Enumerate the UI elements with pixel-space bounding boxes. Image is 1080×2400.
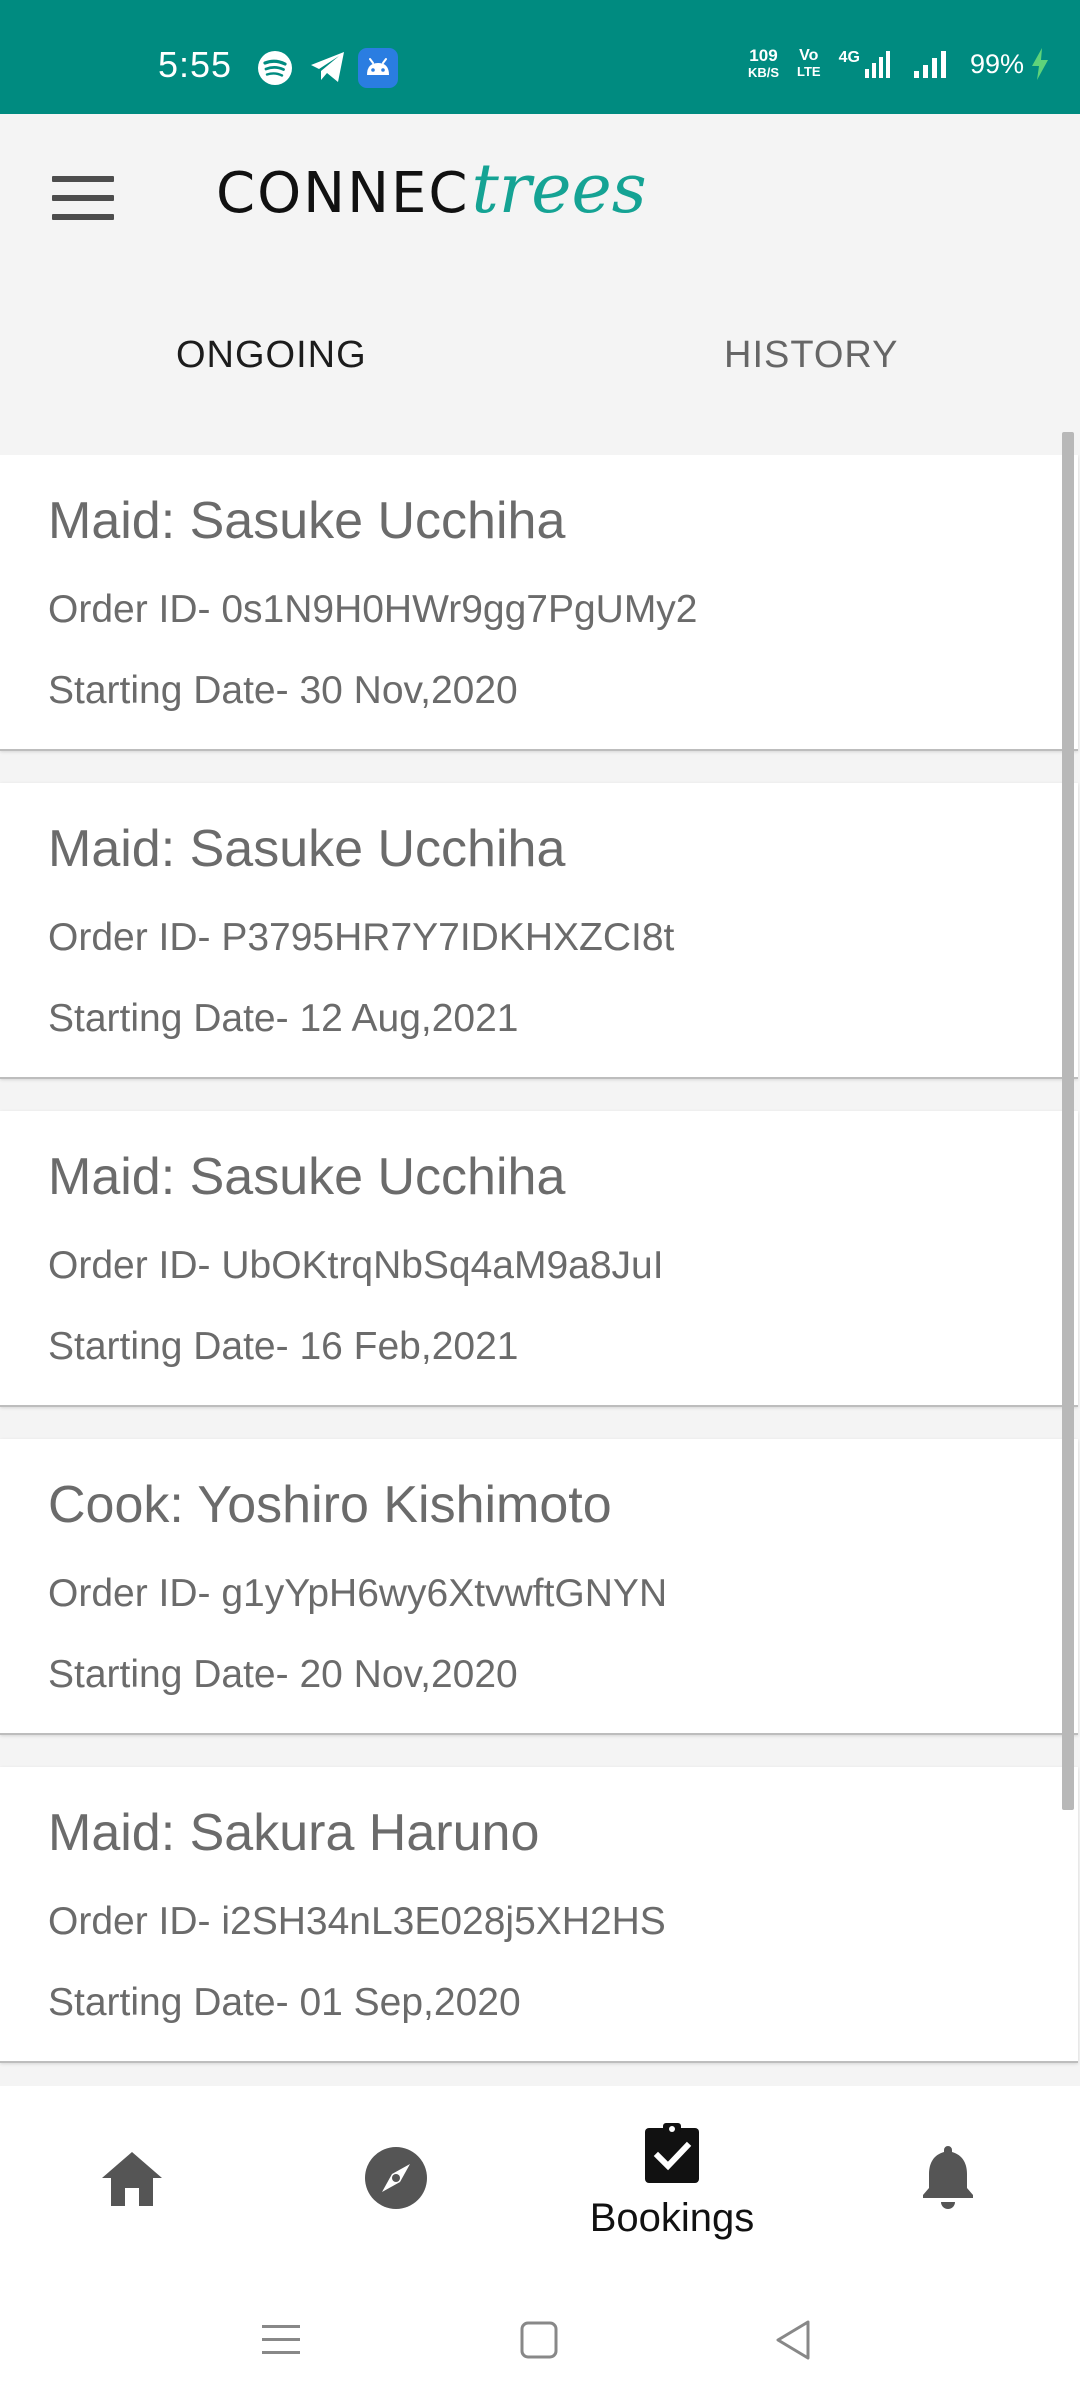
booking-order-id: Order ID- i2SH34nL3E028j5XH2HS <box>48 1900 666 1943</box>
nav-notifications[interactable] <box>848 2086 1048 2281</box>
menu-icon-line <box>52 214 114 220</box>
booking-title: Maid: Sasuke Ucchiha <box>48 492 566 550</box>
net-speed-value: 109 <box>749 46 778 65</box>
booking-card[interactable]: Maid: Sasuke Ucchiha Order ID- P3795HR7Y… <box>0 783 1078 1079</box>
booking-tabs: ONGOING HISTORY <box>0 284 1080 454</box>
logo-text-trees: trees <box>471 150 647 229</box>
android-icon <box>358 48 398 88</box>
spotify-icon <box>258 51 292 85</box>
booking-order-id: Order ID- P3795HR7Y7IDKHXZCI8t <box>48 916 675 959</box>
compass-icon <box>365 2147 427 2209</box>
battery-percent: 99% <box>969 48 1024 79</box>
status-time: 5:55 <box>158 44 233 85</box>
booking-title: Maid: Sakura Haruno <box>48 1804 540 1862</box>
status-bar: 5:55 109 KB/S Vo LTE 4G 99% <box>0 0 1080 114</box>
booking-start-date: Starting Date- 30 Nov,2020 <box>48 669 518 712</box>
logo-text-connec: CONNEC <box>216 161 470 226</box>
back-icon[interactable] <box>774 2319 812 2361</box>
bell-icon <box>923 2146 973 2209</box>
booking-start-date: Starting Date- 12 Aug,2021 <box>48 997 519 1040</box>
booking-title: Maid: Sasuke Ucchiha <box>48 1148 566 1206</box>
nav-explore[interactable] <box>296 2086 496 2281</box>
bookings-list[interactable]: Maid: Sasuke Ucchiha Order ID- 0s1N9H0HW… <box>0 455 1080 2085</box>
nav-bookings[interactable]: Bookings <box>572 2086 772 2281</box>
booking-order-id: Order ID- g1yYpH6wy6XtvwftGNYN <box>48 1572 668 1615</box>
volte-top: Vo <box>799 47 819 64</box>
home-square-icon[interactable] <box>520 2321 558 2359</box>
net-speed-indicator: 109 KB/S <box>748 47 779 81</box>
booking-card[interactable]: Maid: Sasuke Ucchiha Order ID- UbOKtrqNb… <box>0 1111 1078 1407</box>
menu-icon-line <box>52 195 114 201</box>
home-icon <box>102 2152 162 2206</box>
signal-4g: 4G <box>839 49 894 79</box>
battery-charging-icon <box>1032 48 1048 80</box>
system-nav-bar <box>0 2281 1080 2400</box>
booking-start-date: Starting Date- 20 Nov,2020 <box>48 1653 518 1696</box>
bottom-nav: Bookings <box>0 2086 1080 2281</box>
booking-card[interactable]: Maid: Sakura Haruno Order ID- i2SH34nL3E… <box>0 1767 1078 2063</box>
tab-ongoing[interactable]: ONGOING <box>176 334 367 377</box>
network-type: 4G <box>838 49 860 66</box>
tab-history[interactable]: HISTORY <box>724 334 899 377</box>
booking-title: Maid: Sasuke Ucchiha <box>48 820 566 878</box>
nav-home[interactable] <box>32 2086 232 2281</box>
status-indicators: 109 KB/S Vo LTE 4G 99% <box>748 44 1050 84</box>
booking-title: Cook: Yoshiro Kishimoto <box>48 1476 612 1534</box>
volte-bottom: LTE <box>797 64 821 79</box>
booking-card[interactable]: Maid: Sasuke Ucchiha Order ID- 0s1N9H0HW… <box>0 455 1078 751</box>
scrollbar[interactable] <box>1062 432 1074 1810</box>
booking-order-id: Order ID- 0s1N9H0HWr9gg7PgUMy2 <box>48 588 698 631</box>
net-speed-unit: KB/S <box>747 65 780 80</box>
signal-icon <box>864 51 890 78</box>
bookings-clipboard-icon <box>645 2123 699 2183</box>
menu-button[interactable] <box>52 176 114 220</box>
recents-icon[interactable] <box>262 2323 300 2357</box>
booking-start-date: Starting Date- 16 Feb,2021 <box>48 1325 519 1368</box>
telegram-icon <box>311 52 344 82</box>
nav-bookings-label: Bookings <box>589 2196 755 2240</box>
app-bar: CONNEC trees <box>0 114 1080 284</box>
menu-icon-line <box>52 176 114 182</box>
volte-indicator: Vo LTE <box>797 48 821 80</box>
booking-start-date: Starting Date- 01 Sep,2020 <box>48 1981 521 2024</box>
booking-order-id: Order ID- UbOKtrqNbSq4aM9a8JuI <box>48 1244 664 1287</box>
booking-card[interactable]: Cook: Yoshiro Kishimoto Order ID- g1yYpH… <box>0 1439 1078 1735</box>
signal-icon-2 <box>913 51 946 78</box>
app-logo: CONNEC trees <box>216 150 647 230</box>
